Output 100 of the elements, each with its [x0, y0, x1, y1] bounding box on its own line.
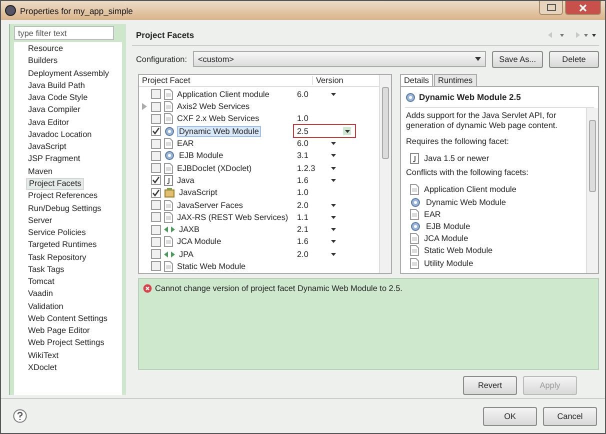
- checkbox[interactable]: [151, 89, 161, 100]
- sidebar-item[interactable]: Web Project Settings: [26, 337, 106, 350]
- sidebar-item[interactable]: Java Build Path: [26, 80, 87, 92]
- facet-name[interactable]: Axis2 Web Services: [176, 102, 298, 112]
- scrollbar[interactable]: [379, 74, 391, 273]
- help-icon[interactable]: [13, 409, 27, 423]
- conflicting-facet: EAR: [424, 210, 441, 219]
- sidebar-item[interactable]: Validation: [26, 300, 66, 313]
- document-icon: [164, 138, 173, 150]
- sidebar-item[interactable]: JavaScript: [26, 141, 68, 154]
- dropdown-arrow-icon[interactable]: [331, 216, 336, 219]
- sidebar-item[interactable]: JSP Fragment: [26, 153, 82, 166]
- version-text: 1.6: [297, 176, 310, 185]
- sidebar-item[interactable]: Server: [26, 214, 54, 227]
- sidebar-item[interactable]: Project References: [26, 190, 100, 202]
- dropdown-arrow-icon[interactable]: [331, 178, 336, 182]
- facet-name[interactable]: Static Web Module: [176, 262, 298, 271]
- checkbox[interactable]: [151, 212, 161, 222]
- sidebar-item[interactable]: Builders: [26, 55, 60, 68]
- checkbox[interactable]: [151, 138, 161, 149]
- sidebar-item[interactable]: Targeted Runtimes: [26, 239, 99, 252]
- facet-name[interactable]: JAX-RS (REST Web Services): [176, 212, 298, 222]
- facet-name[interactable]: EJBDoclet (XDoclet): [176, 164, 298, 173]
- version-text: 2.1: [297, 225, 310, 234]
- maximize-button[interactable]: [539, 1, 563, 15]
- column-header[interactable]: Version: [313, 76, 344, 85]
- configuration-dropdown[interactable]: <custom>: [192, 51, 486, 68]
- checkbox[interactable]: [151, 150, 161, 161]
- sidebar-item[interactable]: Run/Debug Settings: [26, 202, 104, 215]
- version-text: 1.6: [297, 237, 310, 246]
- sidebar-item[interactable]: XDoclet: [26, 362, 59, 374]
- dropdown-arrow-icon[interactable]: [331, 142, 336, 146]
- facet-name[interactable]: Dynamic Web Module: [178, 126, 260, 136]
- dropdown-arrow-icon[interactable]: [331, 252, 336, 256]
- sidebar-item[interactable]: Deployment Assembly: [26, 68, 111, 80]
- sidebar-item[interactable]: Java Code Style: [26, 92, 90, 104]
- document-icon: [164, 236, 173, 248]
- sidebar-item[interactable]: Java Compiler: [26, 104, 82, 116]
- sidebar-item[interactable]: Task Tags: [26, 264, 66, 276]
- checkbox[interactable]: [151, 200, 161, 210]
- details-title: Dynamic Web Module 2.5: [419, 92, 521, 102]
- checkbox[interactable]: [151, 163, 161, 174]
- delete-button[interactable]: Delete: [549, 50, 599, 68]
- tab[interactable]: Details: [400, 74, 434, 86]
- checkbox[interactable]: [151, 236, 161, 247]
- facet-name[interactable]: Java: [176, 176, 298, 185]
- sidebar-item[interactable]: Javadoc Location: [26, 128, 94, 141]
- dropdown-arrow-icon[interactable]: [331, 92, 336, 96]
- facet-name[interactable]: CXF 2.x Web Services: [176, 114, 298, 124]
- conflicting-facet: Utility Module: [424, 258, 474, 268]
- scrollbar[interactable]: [586, 108, 598, 273]
- facet-name[interactable]: EAR: [176, 139, 298, 148]
- sidebar-item[interactable]: Service Policies: [26, 227, 88, 240]
- checkbox[interactable]: [151, 126, 161, 136]
- checkbox[interactable]: [151, 175, 161, 186]
- sidebar-item[interactable]: Java Editor: [26, 116, 71, 129]
- sidebar-item[interactable]: Project Facets: [26, 178, 84, 190]
- sidebar-item[interactable]: Task Repository: [26, 252, 88, 264]
- sidebar-item[interactable]: Resource: [26, 43, 66, 56]
- version-text: 6.0: [297, 139, 310, 148]
- sidebar-item[interactable]: WikiText: [26, 350, 60, 362]
- sidebar-item[interactable]: Maven: [26, 166, 55, 178]
- arrows-icon: [164, 250, 175, 259]
- facet-name[interactable]: JavaServer Faces: [176, 200, 298, 210]
- expand-icon[interactable]: [142, 103, 147, 110]
- version-text: 1.0: [297, 114, 310, 124]
- sidebar-item[interactable]: Web Page Editor: [26, 325, 92, 338]
- configuration-label: Configuration:: [136, 54, 187, 64]
- error-message: Cannot change version of project facet Dynamic Web Module to 2.5.: [155, 284, 402, 293]
- document-icon: [164, 212, 173, 223]
- dropdown-arrow-icon[interactable]: [331, 228, 336, 232]
- dropdown-arrow-icon[interactable]: [331, 154, 336, 158]
- column-header[interactable]: Project Facet: [139, 76, 313, 85]
- tab[interactable]: Runtimes: [434, 74, 477, 86]
- sidebar-item[interactable]: Web Content Settings: [26, 312, 110, 325]
- facet-name[interactable]: Application Client module: [176, 90, 298, 99]
- java-file-icon: [410, 152, 419, 164]
- checkbox[interactable]: [151, 188, 161, 198]
- document-icon: [410, 258, 419, 269]
- dropdown-arrow-icon[interactable]: [331, 204, 336, 206]
- save-as-button[interactable]: Save As...: [492, 50, 543, 68]
- dropdown-arrow-icon[interactable]: [331, 166, 336, 170]
- sidebar-item[interactable]: Tomcat: [26, 276, 56, 288]
- checkbox[interactable]: [151, 249, 161, 260]
- checkbox[interactable]: [151, 114, 161, 124]
- revert-button[interactable]: Revert: [463, 376, 517, 395]
- facet-name[interactable]: JCA Module: [176, 237, 298, 246]
- dropdown-arrow-icon[interactable]: [331, 240, 336, 244]
- checkbox[interactable]: [151, 261, 161, 272]
- filter-field[interactable]: type filter text: [14, 26, 114, 40]
- checkbox[interactable]: [151, 224, 161, 235]
- version-dropdown[interactable]: 2.5: [293, 124, 356, 138]
- conflicts-label: Conflicts with the following facets:: [406, 168, 530, 179]
- checkbox[interactable]: [151, 102, 161, 112]
- ok-button[interactable]: OK: [483, 406, 537, 426]
- cancel-button[interactable]: Cancel: [543, 406, 597, 426]
- close-button[interactable]: [565, 1, 601, 15]
- document-icon: [410, 233, 419, 244]
- sidebar-item[interactable]: Vaadin: [26, 288, 55, 300]
- document-icon: [164, 113, 173, 124]
